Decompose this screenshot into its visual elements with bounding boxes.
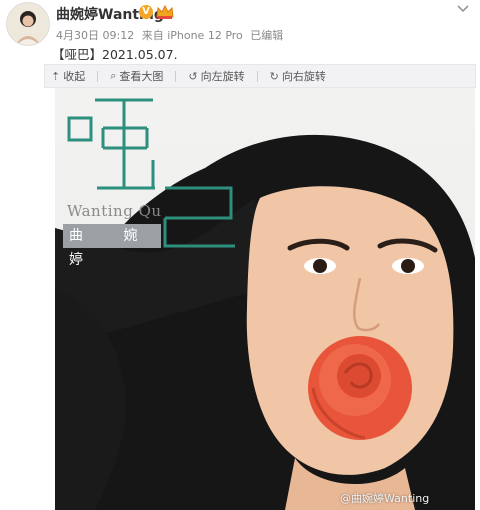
- divider: [256, 70, 258, 82]
- image-watermark: @曲婉婷Wanting: [340, 492, 430, 505]
- avatar-image: [7, 3, 49, 45]
- divider: [97, 70, 99, 82]
- post-source: 来自 iPhone 12 Pro: [141, 29, 243, 42]
- view-large-label: 查看大图: [119, 70, 164, 83]
- divider: [175, 70, 177, 82]
- post-meta: 4月30日 09:12 来自 iPhone 12 Pro 已编辑: [56, 27, 287, 43]
- post-header: 曲婉婷Wanting V 4月30日 09:12 来自 iPhone 12 Pr…: [0, 0, 480, 62]
- verified-badge-icon: V: [139, 5, 153, 19]
- rotate-left-icon: ↺: [188, 69, 198, 83]
- view-large-button[interactable]: ⌕ 查看大图: [110, 68, 177, 84]
- rotate-left-label: 向左旋转: [200, 70, 245, 83]
- post-edited[interactable]: 已编辑: [250, 29, 283, 42]
- rotate-right-icon: ↻: [269, 69, 279, 83]
- rotate-right-button[interactable]: ↻ 向右旋转: [270, 68, 326, 84]
- avatar[interactable]: [6, 2, 50, 46]
- rotate-left-button[interactable]: ↺ 向左旋转: [188, 68, 258, 84]
- album-cover-image[interactable]: Wanting Qu 曲 婉婷 @曲婉婷Wanting: [55, 88, 475, 510]
- collapse-label: 收起: [63, 70, 86, 83]
- collapse-button[interactable]: ⇡ 收起: [51, 68, 99, 84]
- album-cover-art: [55, 98, 475, 510]
- rotate-right-label: 向右旋转: [281, 70, 326, 83]
- arrow-up-icon: ⇡: [51, 69, 61, 83]
- chevron-down-icon[interactable]: [456, 2, 470, 16]
- post-text: 【哑巴】2021.05.07.: [52, 47, 178, 62]
- cover-artist-name-en: Wanting Qu: [67, 202, 162, 220]
- magnifier-icon: ⌕: [110, 69, 117, 82]
- crown-icon: [156, 4, 174, 19]
- cover-artist-name-cn: 曲 婉婷: [63, 224, 161, 268]
- image-toolbar: ⇡ 收起 ⌕ 查看大图 ↺ 向左旋转 ↻ 向右旋转: [44, 64, 476, 88]
- post-date[interactable]: 4月30日 09:12: [56, 29, 134, 42]
